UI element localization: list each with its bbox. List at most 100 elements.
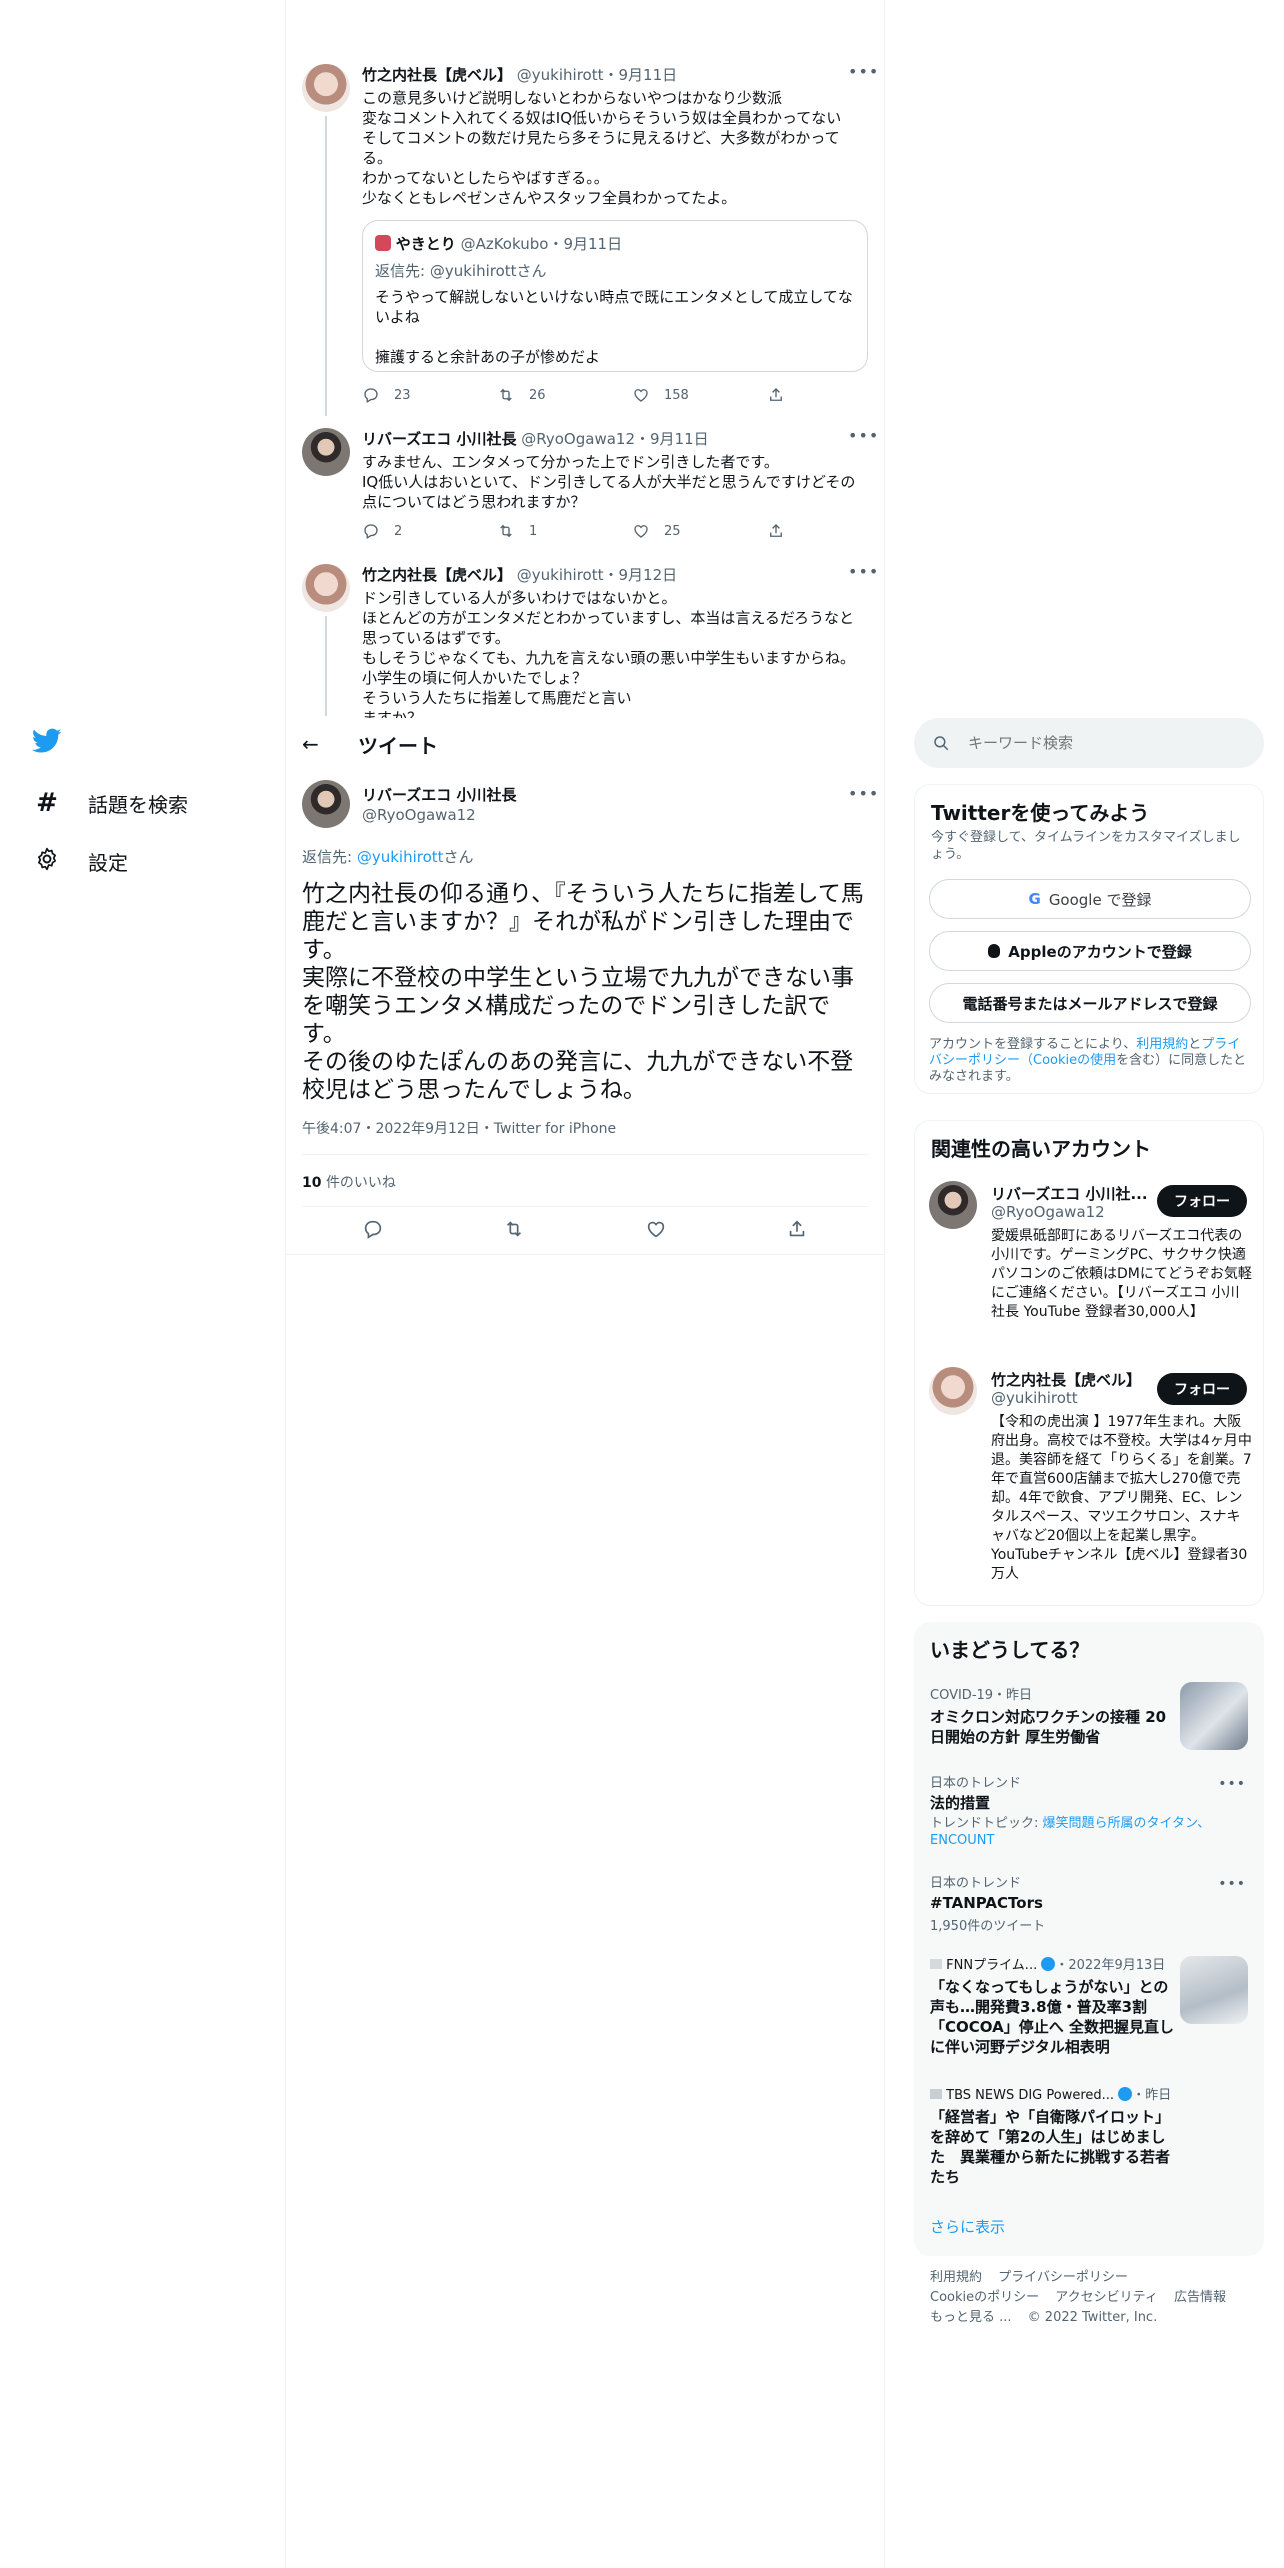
footer-link[interactable]: 利用規約 (930, 2270, 982, 2285)
trend-source: FNNプライム... ・2022年9月13日 (930, 1954, 1176, 1973)
google-signup-button[interactable]: G Google で登録 (929, 879, 1251, 919)
more-options-icon[interactable]: ••• (848, 784, 879, 803)
more-options-icon[interactable]: ••• (1218, 1876, 1246, 1892)
reply-count: 23 (394, 387, 411, 403)
tweet-date[interactable]: 9月12日 (619, 566, 678, 584)
tweet-header: リバーズエコ 小川社長 @RyoOgawa12・9月11日 (362, 430, 709, 448)
author-name[interactable]: 竹之内社長【虎ベル】 (362, 66, 512, 84)
author-handle[interactable]: @yukihirott (517, 566, 604, 584)
tweet-date[interactable]: 9月11日 (619, 66, 678, 84)
nav-explore[interactable]: # 話題を検索 (34, 788, 188, 818)
news-source-icon (930, 2089, 942, 2099)
author-name[interactable]: 竹之内社長【虎ベル】 (362, 566, 512, 584)
divider (302, 1206, 868, 1207)
show-more-link[interactable]: さらに表示 (930, 2216, 1005, 2237)
related-account-handle[interactable]: @RyoOgawa12 (991, 1203, 1105, 1221)
trend-meta: COVID-19・昨日 (930, 1688, 1033, 1703)
likes-label: 件のいいね (325, 1175, 396, 1191)
footer-link[interactable]: 広告情報 (1174, 2290, 1226, 2305)
divider (286, 1254, 884, 1255)
retweet-icon (500, 388, 512, 402)
more-options-icon[interactable]: ••• (848, 62, 879, 81)
share-icon[interactable] (786, 1218, 808, 1240)
trend-item[interactable]: FNNプライム... ・2022年9月13日 「なくなってもしょうがない」との声… (930, 1954, 1176, 2057)
author-handle[interactable]: @yukihirott (517, 66, 604, 84)
avatar[interactable] (929, 1367, 977, 1415)
signup-panel: Twitterを使ってみよう 今すぐ登録して、タイムラインをカスタマイズしましょ… (914, 784, 1264, 1094)
tweet-text: すみません、エンタメって分かった上でドン引きした者です。 IQ低い人はおいといて… (362, 453, 856, 511)
signup-subtitle: 今すぐ登録して、タイムラインをカスタマイズしましょう。 (931, 830, 1241, 862)
related-account-bio: 愛媛県砥部町にあるリバーズエコ代表の小川です。ゲーミングPC、サクサク快適パソコ… (991, 1228, 1252, 1320)
like-button[interactable]: 25 (632, 522, 767, 540)
reply-icon[interactable] (362, 1218, 384, 1240)
news-source-icon (930, 1959, 942, 1969)
footer-link[interactable]: アクセシビリティ (1055, 2290, 1158, 2305)
tweet-timestamp[interactable]: 午後4:07・2022年9月12日・Twitter for iPhone (302, 1118, 616, 1138)
reply-button[interactable]: 2 (362, 522, 497, 540)
reply-button[interactable]: 23 (362, 386, 497, 404)
author-handle[interactable]: @RyoOgawa12 (362, 806, 476, 824)
reply-handle-link[interactable]: @yukihirott (357, 848, 444, 866)
thread-line (325, 616, 327, 716)
tweet-header: 竹之内社長【虎ベル】 @yukihirott・9月12日 (362, 566, 678, 584)
more-options-icon[interactable]: ••• (848, 426, 879, 445)
tweet-text-clip: ドン引きしている人が多いわけではないかと。 ほとんどの方がエンタメだとわかってい… (362, 588, 868, 718)
news-source: TBS NEWS DIG Powered... (946, 2088, 1115, 2103)
author-handle[interactable]: @RyoOgawa12 (521, 430, 635, 448)
retweet-icon[interactable] (503, 1218, 525, 1240)
avatar[interactable] (929, 1181, 977, 1229)
trend-topic: トレンドトピック: 爆笑問題ら所属のタイタン、ENCOUNT (930, 1815, 1230, 1849)
footer-link[interactable]: プライバシーポリシー (998, 2270, 1128, 2285)
heart-icon[interactable] (645, 1218, 667, 1240)
retweet-button[interactable]: 26 (497, 386, 632, 404)
trend-item[interactable]: 日本のトレンド 法的措置 トレンドトピック: 爆笑問題ら所属のタイタン、ENCO… (930, 1772, 1230, 1849)
related-account-handle[interactable]: @yukihirott (991, 1389, 1078, 1407)
follow-button[interactable]: フォロー (1157, 1373, 1247, 1405)
apple-signup-button[interactable]: Appleのアカウントで登録 (929, 931, 1251, 971)
trend-meta: 日本のトレンド (930, 1776, 1022, 1791)
follow-button[interactable]: フォロー (1157, 1185, 1247, 1217)
more-options-icon[interactable]: ••• (1218, 1776, 1246, 1792)
share-button[interactable] (767, 522, 902, 540)
quoted-date: 9月11日 (563, 235, 623, 253)
search-bar[interactable] (914, 718, 1264, 768)
quoted-tweet[interactable]: やきとり @AzKokubo・9月11日 返信先: @yukihirottさん … (362, 220, 868, 372)
twitter-logo-icon[interactable] (31, 728, 62, 758)
footer-more-link[interactable]: もっと見る ... (930, 2310, 1012, 2325)
trend-item[interactable]: 日本のトレンド #TANPACTors 1,950件のツイート (930, 1872, 1230, 1934)
trend-count: 1,950件のツイート (930, 1919, 1046, 1934)
nav-settings[interactable]: 設定 (34, 846, 128, 876)
related-account-name[interactable]: リバーズエコ 小川社... (991, 1183, 1151, 1204)
author-name[interactable]: リバーズエコ 小川社長 (362, 784, 516, 805)
avatar[interactable] (302, 64, 350, 112)
author-name[interactable]: リバーズエコ 小川社長 (362, 430, 516, 448)
related-accounts-panel: 関連性の高いアカウント リバーズエコ 小川社... @RyoOgawa12 フォ… (914, 1120, 1264, 1606)
retweet-count: 1 (529, 523, 538, 539)
back-arrow-icon[interactable]: ← (302, 732, 319, 756)
terms-link[interactable]: 利用規約 (1136, 1037, 1188, 1052)
avatar[interactable] (302, 780, 350, 828)
share-button[interactable] (767, 386, 902, 404)
avatar[interactable] (302, 564, 350, 612)
phone-signup-button[interactable]: 電話番号またはメールアドレスで登録 (929, 983, 1251, 1023)
more-options-icon[interactable]: ••• (848, 562, 879, 581)
retweet-button[interactable]: 1 (497, 522, 632, 540)
tweet-actions: 23 26 158 (362, 386, 902, 404)
trend-thumbnail[interactable] (1180, 1956, 1248, 2024)
trend-item[interactable]: COVID-19・昨日 オミクロン対応ワクチンの接種 20日開始の方針 厚生労働… (930, 1684, 1170, 1747)
tweet-date[interactable]: 9月11日 (650, 430, 709, 448)
likes-summary[interactable]: 10 件のいいね (302, 1172, 396, 1192)
like-count: 25 (664, 523, 681, 539)
divider (302, 1154, 868, 1155)
footer-link[interactable]: Cookieのポリシー (930, 2290, 1039, 2305)
trend-item[interactable]: TBS NEWS DIG Powered... ・昨日 「経営者」や「自衛隊パイ… (930, 2084, 1176, 2187)
news-source: FNNプライム... (946, 1958, 1038, 1973)
trend-thumbnail[interactable] (1180, 1682, 1248, 1750)
gear-icon (34, 846, 60, 876)
reply-suffix: さん (516, 262, 547, 280)
search-input[interactable] (968, 734, 1228, 752)
avatar[interactable] (302, 428, 350, 476)
like-button[interactable]: 158 (632, 386, 767, 404)
tweet-text: ドン引きしている人が多いわけではないかと。 ほとんどの方がエンタメだとわかってい… (362, 589, 856, 718)
related-account-name[interactable]: 竹之内社長【虎ベル】 (991, 1369, 1141, 1390)
